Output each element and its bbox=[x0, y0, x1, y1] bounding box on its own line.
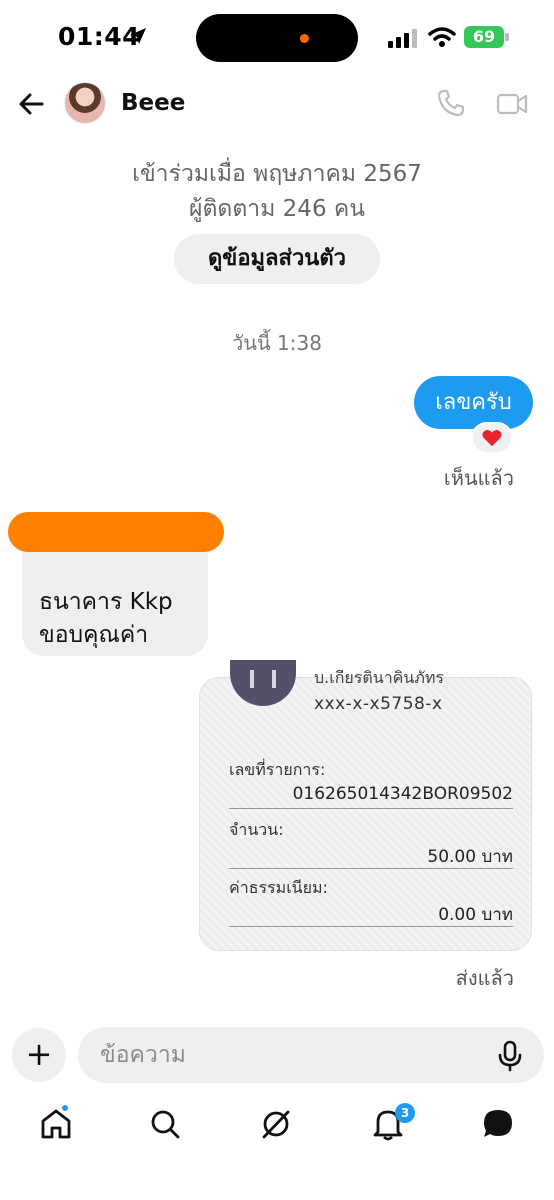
home-unread-dot bbox=[60, 1103, 70, 1113]
notifications-badge: 3 bbox=[395, 1103, 415, 1123]
receipt-ref-label: เลขที่รายการ: bbox=[229, 760, 326, 779]
view-profile-button[interactable]: ดูข้อมูลส่วนตัว bbox=[174, 234, 380, 284]
seen-status: เห็นแล้ว bbox=[443, 466, 514, 490]
dynamic-island bbox=[196, 14, 358, 62]
contact-name[interactable]: Beee bbox=[121, 90, 185, 116]
sent-status: ส่งแล้ว bbox=[455, 966, 514, 990]
grok-icon[interactable] bbox=[258, 1106, 294, 1142]
receipt-account-number: xxx-x-x5758-x bbox=[314, 694, 443, 714]
receipt-amount-value: 50.00 บาท bbox=[427, 847, 513, 867]
followers-count: ผู้ติดตาม 246 คน bbox=[189, 196, 365, 222]
location-arrow-icon bbox=[130, 28, 146, 44]
joined-date: เข้าร่วมเมื่อ พฤษภาคม 2567 bbox=[132, 161, 422, 187]
receipt-ref-value: 016265014342BOR09502 bbox=[292, 784, 513, 804]
receipt-bank-name-text: บ.เกียรตินาคินภัทร bbox=[314, 670, 445, 684]
outgoing-message-bubble[interactable]: เลขครับ bbox=[414, 376, 533, 429]
receipt-divider bbox=[229, 868, 513, 869]
contact-avatar[interactable] bbox=[64, 82, 106, 124]
wifi-icon bbox=[428, 27, 456, 47]
receipt-fee-label: ค่าธรรมเนียม: bbox=[229, 878, 328, 897]
cellular-signal-icon bbox=[388, 29, 417, 48]
receipt-divider bbox=[229, 808, 513, 809]
microphone-icon[interactable] bbox=[497, 1040, 523, 1072]
incoming-message-line: ขอบคุณค่า bbox=[39, 622, 149, 648]
battery-nub bbox=[505, 33, 509, 41]
back-arrow-icon[interactable] bbox=[16, 88, 48, 120]
receipt-divider bbox=[229, 926, 513, 927]
bank-logo-mark bbox=[250, 670, 276, 688]
message-input[interactable] bbox=[78, 1027, 544, 1083]
add-attachment-button[interactable]: + bbox=[12, 1028, 66, 1082]
battery-indicator: 69 bbox=[464, 26, 504, 48]
video-call-icon[interactable] bbox=[496, 90, 528, 118]
camera-indicator-dot bbox=[300, 34, 309, 43]
message-timestamp: วันนี้ 1:38 bbox=[232, 331, 322, 355]
incoming-message-line: ธนาคาร Kkp bbox=[39, 589, 173, 615]
receipt-amount-label: จำนวน: bbox=[229, 820, 284, 839]
receipt-fee-value: 0.00 บาท bbox=[438, 905, 513, 925]
redaction-mark bbox=[8, 512, 224, 552]
search-icon[interactable] bbox=[147, 1106, 183, 1142]
phone-call-icon[interactable] bbox=[436, 88, 466, 118]
heart-reaction[interactable] bbox=[471, 422, 513, 454]
messages-icon[interactable] bbox=[480, 1106, 516, 1142]
receipt-bank-name: บ.เกียรตินาคินภัทร bbox=[314, 670, 454, 684]
heart-icon bbox=[482, 429, 502, 447]
